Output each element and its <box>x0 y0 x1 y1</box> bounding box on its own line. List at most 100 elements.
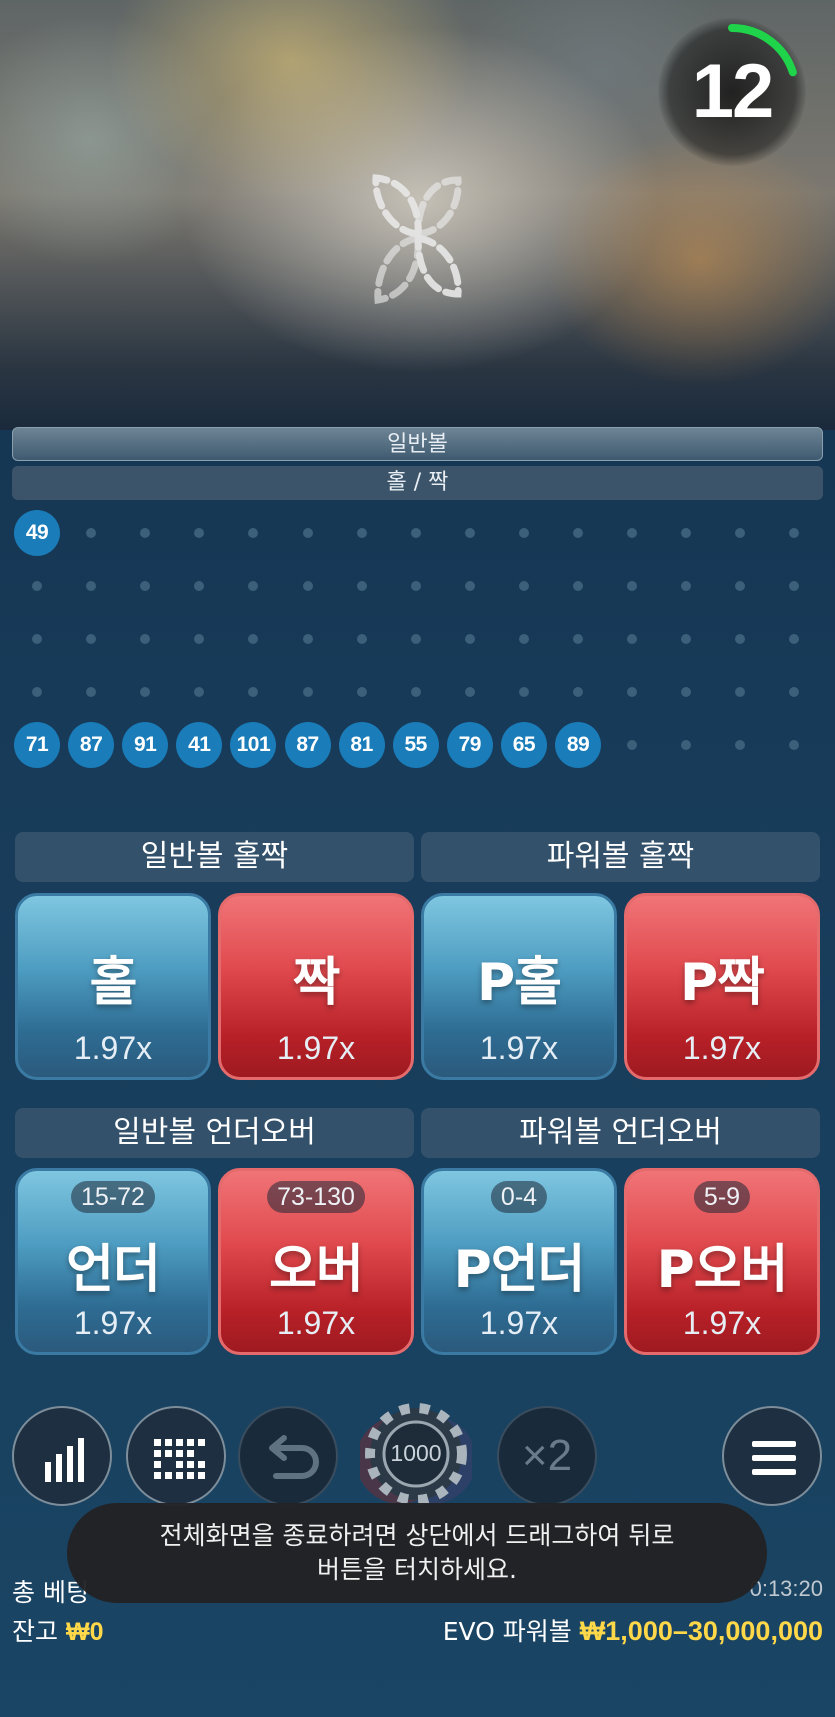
bet-under-range: 15-72 <box>71 1181 155 1213</box>
empty-cell <box>120 561 170 611</box>
statistics-button[interactable] <box>12 1406 112 1506</box>
result-ball-value: 71 <box>14 722 60 768</box>
menu-button[interactable] <box>722 1406 822 1506</box>
empty-cell <box>174 614 224 664</box>
empty-cell <box>228 614 278 664</box>
empty-cell <box>715 508 765 558</box>
empty-dot <box>464 581 475 591</box>
empty-dot <box>789 528 800 538</box>
chip-selector[interactable]: 1000 <box>356 1402 476 1510</box>
empty-dot <box>248 528 259 538</box>
empty-dot <box>573 581 583 591</box>
empty-cell <box>283 561 333 611</box>
grid-square <box>198 1439 205 1446</box>
grid-square <box>187 1450 194 1457</box>
empty-cell <box>66 667 116 717</box>
empty-cell <box>228 508 278 558</box>
empty-dot <box>627 528 638 538</box>
empty-dot <box>86 687 97 697</box>
result-ball: 49 <box>12 508 62 558</box>
bet-power-over-button[interactable]: 5-9 P오버 1.97x <box>624 1168 820 1355</box>
result-ball-value: 89 <box>555 722 601 768</box>
empty-cell <box>661 508 711 558</box>
undo-icon <box>269 1435 319 1479</box>
double-bet-button[interactable]: ×2 <box>497 1406 597 1506</box>
bet-power-over-odds: 1.97x <box>682 1305 762 1341</box>
empty-dot <box>627 634 638 644</box>
bet-even-odds: 1.97x <box>276 1030 356 1066</box>
grid-square <box>176 1472 183 1479</box>
bet-power-under-button[interactable]: 0-4 P언더 1.97x <box>421 1168 617 1355</box>
bet-even-button[interactable]: 짝 1.97x <box>218 893 414 1080</box>
bet-power-even-odds: 1.97x <box>682 1030 762 1066</box>
empty-cell <box>661 667 711 717</box>
empty-cell <box>337 561 387 611</box>
bet-power-odd-button[interactable]: P홀 1.97x <box>421 893 617 1080</box>
empty-dot <box>356 634 367 644</box>
empty-cell <box>607 561 657 611</box>
result-ball: 81 <box>337 720 387 770</box>
bet-odd-odds: 1.97x <box>73 1030 153 1066</box>
empty-dot <box>681 634 692 644</box>
bet-power-odd-odds: 1.97x <box>479 1030 559 1066</box>
grid-square <box>198 1461 205 1468</box>
result-ball: 91 <box>120 720 170 770</box>
empty-cell <box>553 614 603 664</box>
undo-button[interactable] <box>238 1406 338 1506</box>
empty-dot <box>518 687 529 697</box>
empty-cell <box>391 561 441 611</box>
bet-odd-button[interactable]: 홀 1.97x <box>15 893 211 1080</box>
empty-dot <box>356 528 367 538</box>
empty-dot <box>573 634 583 644</box>
empty-dot <box>789 740 800 750</box>
empty-dot <box>735 528 746 538</box>
empty-dot <box>302 581 313 591</box>
bet-under-button[interactable]: 15-72 언더 1.97x <box>15 1168 211 1355</box>
empty-cell <box>12 614 62 664</box>
empty-dot <box>140 634 151 644</box>
bet-power-even-button[interactable]: P짝 1.97x <box>624 893 820 1080</box>
roadmap-grid-button[interactable] <box>126 1406 226 1506</box>
empty-cell <box>715 614 765 664</box>
empty-dot <box>302 634 313 644</box>
bet-power-under-label: P언더 <box>453 1240 586 1300</box>
empty-dot <box>681 740 692 750</box>
bet-over-button[interactable]: 73-130 오버 1.97x <box>218 1168 414 1355</box>
empty-cell <box>661 720 711 770</box>
bet-over-range: 73-130 <box>267 1181 365 1213</box>
empty-cell <box>174 667 224 717</box>
empty-dot <box>86 634 97 644</box>
empty-cell <box>769 561 819 611</box>
result-ball-value: 87 <box>68 722 115 768</box>
empty-dot <box>789 687 800 697</box>
empty-cell <box>769 720 819 770</box>
fullscreen-toast: 전체화면을 종료하려면 상단에서 드래그하여 뒤로 버튼을 터치하세요. <box>67 1503 767 1603</box>
empty-cell <box>769 667 819 717</box>
tab-odd-even[interactable]: 홀 / 짝 <box>12 466 823 500</box>
empty-dot <box>32 687 42 697</box>
bet-under-odds: 1.97x <box>73 1305 153 1341</box>
empty-dot <box>140 687 151 697</box>
toast-line-1: 전체화면을 종료하려면 상단에서 드래그하여 뒤로 <box>159 1521 675 1550</box>
empty-cell <box>499 614 549 664</box>
result-ball: 41 <box>174 720 224 770</box>
empty-dot <box>248 634 259 644</box>
bet-odd-label: 홀 <box>89 953 138 1013</box>
tab-normal-ball[interactable]: 일반볼 <box>12 427 823 461</box>
empty-cell <box>283 508 333 558</box>
empty-dot <box>194 528 205 538</box>
empty-cell <box>607 508 657 558</box>
empty-dot <box>627 581 638 591</box>
empty-dot <box>140 528 151 538</box>
empty-dot <box>248 687 259 697</box>
empty-dot <box>194 687 205 697</box>
empty-cell <box>12 561 62 611</box>
bet-limits: EVO 파워볼 ₩1,000–30,000,000 <box>443 1612 823 1648</box>
empty-cell <box>445 614 495 664</box>
grid-square <box>154 1461 161 1468</box>
empty-cell <box>715 667 765 717</box>
empty-cell <box>337 614 387 664</box>
result-ball: 79 <box>445 720 495 770</box>
result-ball-value: 91 <box>122 722 169 768</box>
grid-square <box>187 1461 194 1468</box>
